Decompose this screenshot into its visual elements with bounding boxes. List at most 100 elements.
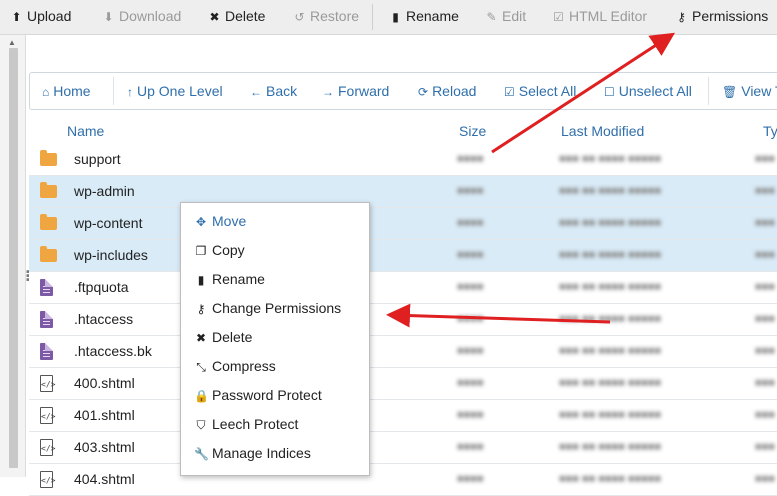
- obscured-value: ■■■: [755, 473, 775, 485]
- table-row[interactable]: .htaccess.bk ■■■■ ■■■ ■■ ■■■■ ■■■■■ ■■■: [29, 336, 777, 368]
- type-column-header[interactable]: Ty: [763, 114, 777, 148]
- forward-button[interactable]: → Forward: [322, 73, 389, 109]
- arrow-right-icon: →: [322, 85, 334, 99]
- table-row[interactable]: wp-content ■■■■ ■■■ ■■ ■■■■ ■■■■■ ■■■: [29, 208, 777, 240]
- obscured-value: ■■■: [755, 377, 775, 389]
- copy-icon: ❐: [195, 244, 207, 258]
- obscured-value: ■■■: [755, 313, 775, 325]
- menu-item-rename[interactable]: ▮ Rename: [181, 265, 369, 294]
- obscured-value: ■■■: [755, 185, 775, 197]
- text-file-icon: [40, 343, 53, 360]
- code-file-icon: </>: [40, 407, 55, 424]
- restore-icon: ↺: [294, 10, 305, 24]
- obscured-value: ■■■ ■■ ■■■■ ■■■■■: [559, 185, 662, 197]
- pencil-icon: ✎: [486, 10, 497, 24]
- obscured-value: ■■■: [755, 409, 775, 421]
- folder-icon: [40, 150, 57, 166]
- arrow-up-icon: ↑: [127, 85, 133, 99]
- back-button[interactable]: ← Back: [250, 73, 297, 109]
- delete-button[interactable]: ✖ Delete: [208, 0, 265, 32]
- obscured-value: ■■■ ■■ ■■■■ ■■■■■: [559, 345, 662, 357]
- obscured-value: ■■■: [755, 345, 775, 357]
- table-row[interactable]: support ■■■■ ■■■ ■■ ■■■■ ■■■■■ ■■■: [29, 144, 777, 176]
- obscured-value: ■■■: [755, 153, 775, 165]
- context-menu: ✥ Move ❐ Copy ▮ Rename ⚷ Change Permissions …: [180, 202, 370, 476]
- scroll-up-arrow[interactable]: ▲: [8, 38, 16, 47]
- size-column-header[interactable]: Size: [459, 114, 486, 148]
- obscured-value: ■■■: [755, 281, 775, 293]
- name-column-header[interactable]: Name: [67, 114, 104, 148]
- file-icon: ▮: [197, 273, 205, 287]
- file-name: .htaccess: [74, 311, 134, 327]
- edit-button[interactable]: ✎ Edit: [485, 0, 526, 32]
- file-name: support: [74, 151, 121, 167]
- last-modified-column-header[interactable]: Last Modified: [561, 114, 644, 148]
- menu-item-move[interactable]: ✥ Move: [181, 207, 369, 236]
- obscured-value: ■■■■: [457, 313, 484, 325]
- edit-box-icon: ☑: [553, 10, 564, 24]
- table-row[interactable]: .ftpquota ■■■■ ■■■ ■■ ■■■■ ■■■■■ ■■■: [29, 272, 777, 304]
- nav-divider: [113, 77, 114, 105]
- up-one-level-button[interactable]: ↑ Up One Level: [127, 73, 223, 109]
- select-all-button[interactable]: ☑ Select All: [504, 73, 576, 109]
- restore-button[interactable]: ↺ Restore: [293, 0, 359, 32]
- download-icon: ⬇: [103, 10, 114, 24]
- table-row[interactable]: wp-admin ■■■■ ■■■ ■■ ■■■■ ■■■■■ ■■■: [29, 176, 777, 208]
- reload-icon: ⟳: [418, 85, 429, 99]
- tree-scrollbar[interactable]: [9, 48, 18, 468]
- obscured-value: ■■■■: [457, 217, 484, 229]
- wrench-icon: 🔧: [194, 447, 209, 461]
- table-row[interactable]: </> 403.shtml ■■■■ ■■■ ■■ ■■■■ ■■■■■ ■■■: [29, 432, 777, 464]
- main-toolbar: ⬆ Upload ⬇ Download ✖ Delete ↺ Restore ▮ Rena…: [0, 0, 777, 35]
- obscured-value: ■■■■: [457, 153, 484, 165]
- key-icon: ⚷: [196, 302, 206, 316]
- obscured-value: ■■■ ■■ ■■■■ ■■■■■: [559, 441, 662, 453]
- table-row[interactable]: </> 401.shtml ■■■■ ■■■ ■■ ■■■■ ■■■■■ ■■■: [29, 400, 777, 432]
- home-button[interactable]: ⌂ Home: [42, 73, 91, 109]
- obscured-value: ■■■■: [457, 473, 484, 485]
- obscured-value: ■■■■: [457, 249, 484, 261]
- upload-button[interactable]: ⬆ Upload: [10, 0, 71, 32]
- obscured-value: ■■■ ■■ ■■■■ ■■■■■: [559, 217, 662, 229]
- obscured-value: ■■■■: [457, 409, 484, 421]
- file-name: 400.shtml: [74, 375, 135, 391]
- menu-item-compress[interactable]: ⤡ Compress: [181, 352, 369, 381]
- table-row[interactable]: </> 400.shtml ■■■■ ■■■ ■■ ■■■■ ■■■■■ ■■■: [29, 368, 777, 400]
- shield-icon: ⛉: [196, 418, 206, 432]
- download-button[interactable]: ⬇ Download: [102, 0, 181, 32]
- menu-item-password-protect[interactable]: 🔒 Password Protect: [181, 381, 369, 410]
- text-file-icon: [40, 279, 53, 296]
- reload-button[interactable]: ⟳ Reload: [418, 73, 476, 109]
- nav-divider: [708, 77, 709, 105]
- menu-item-leech-protect[interactable]: ⛉ Leech Protect: [181, 410, 369, 439]
- html-editor-button[interactable]: ☑ HTML Editor: [552, 0, 647, 32]
- permissions-button[interactable]: ⚷ Permissions: [675, 0, 768, 32]
- obscured-value: ■■■■: [457, 377, 484, 389]
- unselect-all-button[interactable]: ☐ Unselect All: [604, 73, 692, 109]
- obscured-value: ■■■: [755, 217, 775, 229]
- home-icon: ⌂: [42, 85, 50, 99]
- view-trash-button[interactable]: 🗑View T: [722, 73, 777, 109]
- move-icon: ✥: [195, 215, 207, 229]
- toolbar-divider: [372, 4, 373, 30]
- file-name: 401.shtml: [74, 407, 135, 423]
- file-name: wp-includes: [74, 247, 148, 263]
- file-name: 403.shtml: [74, 439, 135, 455]
- obscured-value: ■■■ ■■ ■■■■ ■■■■■: [559, 153, 662, 165]
- file-name: .htaccess.bk: [74, 343, 152, 359]
- menu-item-manage-indices[interactable]: 🔧 Manage Indices: [181, 439, 369, 468]
- folder-icon: [40, 214, 57, 230]
- lock-icon: 🔒: [194, 389, 209, 403]
- table-row[interactable]: wp-includes ■■■■ ■■■ ■■ ■■■■ ■■■■■ ■■■: [29, 240, 777, 272]
- menu-item-copy[interactable]: ❐ Copy: [181, 236, 369, 265]
- code-file-icon: </>: [40, 471, 55, 488]
- menu-item-change-permissions[interactable]: ⚷ Change Permissions: [181, 294, 369, 323]
- rename-button[interactable]: ▮ Rename: [389, 0, 459, 32]
- table-row[interactable]: </> 404.shtml ■■■■ ■■■ ■■ ■■■■ ■■■■■ ■■■: [29, 464, 777, 496]
- code-file-icon: </>: [40, 439, 55, 456]
- obscured-value: ■■■ ■■ ■■■■ ■■■■■: [559, 409, 662, 421]
- file-icon: ▮: [392, 10, 399, 24]
- table-row[interactable]: .htaccess ■■■■ ■■■ ■■ ■■■■ ■■■■■ ■■■: [29, 304, 777, 336]
- menu-item-delete[interactable]: ✖ Delete: [181, 323, 369, 352]
- obscured-value: ■■■: [755, 249, 775, 261]
